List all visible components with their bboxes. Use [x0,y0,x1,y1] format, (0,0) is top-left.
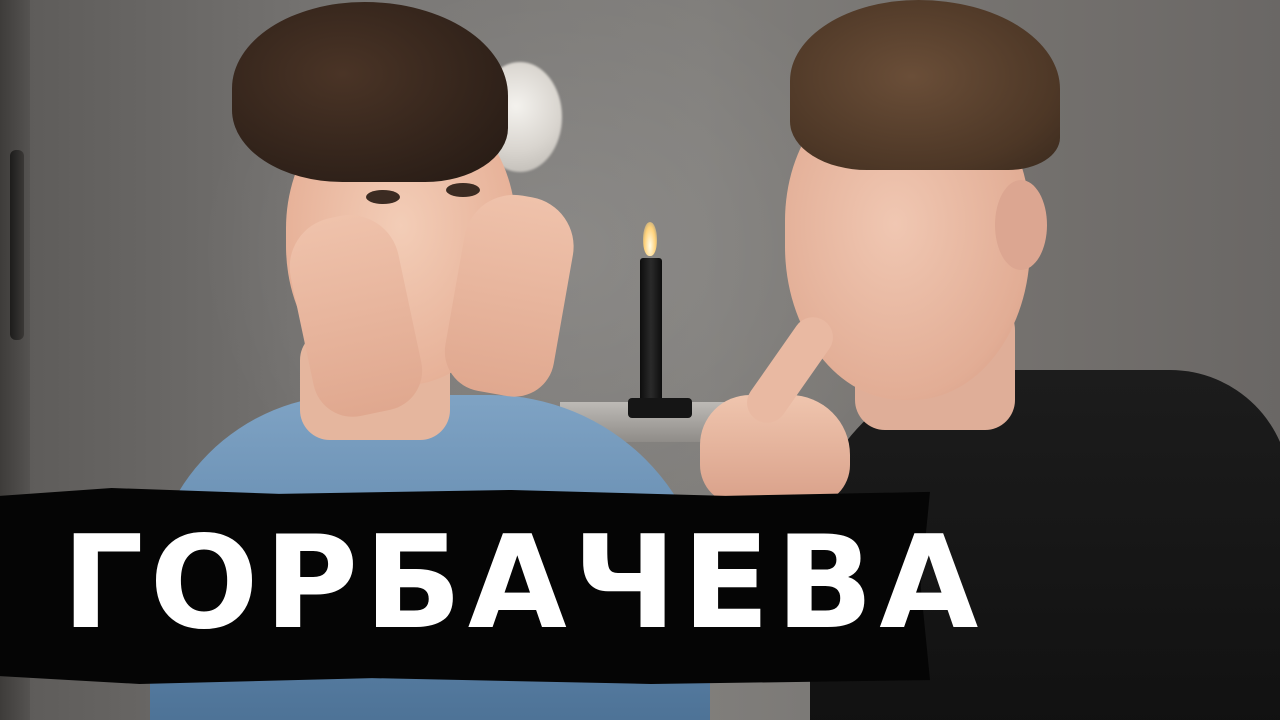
woman-eye-right [446,183,480,197]
thumbnail-photo: ГОРБАЧЕВА [0,0,1280,720]
man-ear [995,180,1047,270]
woman-hair [232,2,508,182]
door-handle [10,150,24,340]
thumbnail-title: ГОРБАЧЕВА [62,509,985,658]
candle [640,258,662,408]
candle-holder [628,398,692,418]
candle-flame [643,222,657,256]
woman-eye-left [366,190,400,204]
